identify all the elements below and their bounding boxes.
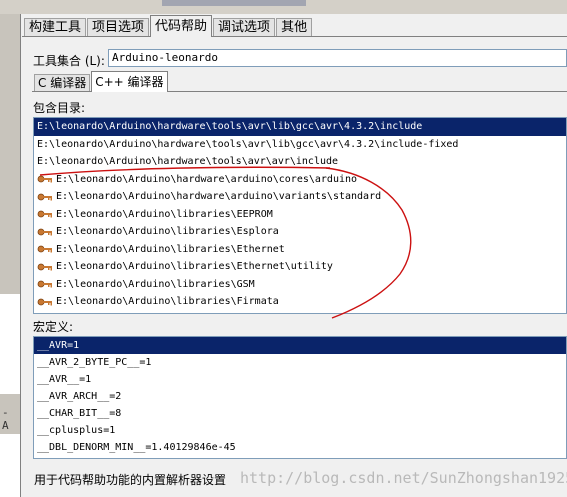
include-dir-path: E:\leonardo\Arduino\libraries\Firmata (56, 296, 279, 308)
key-icon (37, 193, 52, 201)
macro-row[interactable]: __AVR_2_BYTE_PC__=1 (34, 354, 566, 371)
background-panel-1 (0, 294, 21, 394)
include-dir-path: E:\leonardo\Arduino\hardware\arduino\cor… (56, 173, 358, 185)
include-dir-path: E:\leonardo\Arduino\hardware\tools\avr\l… (37, 138, 459, 150)
include-dir-row[interactable]: E:\leonardo\Arduino\hardware\arduino\var… (34, 188, 566, 206)
tab-3[interactable]: 调试选项 (213, 18, 276, 37)
macro-text: __DBL_DENORM_MIN__=1.40129846e-45 (37, 442, 236, 453)
include-dirs-list[interactable]: E:\leonardo\Arduino\hardware\tools\avr\l… (33, 117, 567, 314)
include-dir-path: E:\leonardo\Arduino\libraries\Ethernet (56, 243, 285, 255)
compiler-tab-1[interactable]: C++ 编译器 (91, 71, 168, 92)
key-icon (37, 228, 52, 236)
macro-text: __AVR_2_BYTE_PC__=1 (37, 357, 152, 368)
top-strip (0, 0, 567, 14)
macro-text: __CHAR_BIT__=8 (37, 408, 122, 419)
macro-text: __AVR__=1 (37, 374, 92, 385)
macro-text: __AVR=1 (37, 340, 80, 351)
macro-row[interactable]: __DBL_DENORM_MIN__=1.40129846e-45 (34, 439, 566, 456)
tab-1[interactable]: 项目选项 (87, 18, 150, 37)
macro-row[interactable]: __AVR__=1 (34, 371, 566, 388)
main-tabs: 构建工具 项目选项 代码帮助 调试选项 其他 (24, 15, 313, 37)
key-icon (37, 245, 52, 253)
macro-row[interactable]: __CHAR_BIT__=8 (34, 405, 566, 422)
macro-row[interactable]: __cplusplus=1 (34, 422, 566, 439)
macro-row[interactable]: __AVR=1 (34, 337, 566, 354)
key-icon (37, 175, 52, 183)
tab-4[interactable]: 其他 (276, 18, 313, 37)
watermark: http://blog.csdn.net/SunZhongshan1925 (240, 469, 567, 487)
tab-2[interactable]: 代码帮助 (150, 15, 213, 37)
include-dir-row[interactable]: E:\leonardo\Arduino\libraries\GSM (34, 276, 566, 294)
key-icon (37, 263, 52, 271)
compiler-tabs: C 编译器 C++ 编译器 (34, 71, 169, 92)
macro-text: __cplusplus=1 (37, 425, 116, 436)
tab-divider (22, 36, 567, 37)
macro-row[interactable]: __AVR_ARCH__=2 (34, 388, 566, 405)
macro-text: __AVR_ARCH__=2 (37, 391, 122, 402)
key-icon (37, 298, 52, 306)
include-dir-path: E:\leonardo\Arduino\hardware\arduino\var… (56, 191, 382, 203)
include-dir-path: E:\leonardo\Arduino\hardware\tools\avr\a… (37, 156, 339, 168)
include-dir-row[interactable]: E:\leonardo\Arduino\libraries\Esplora (34, 223, 566, 241)
background-marker: - A (2, 406, 9, 432)
include-dir-row[interactable]: E:\leonardo\Arduino\libraries\Ethernet (34, 241, 566, 259)
top-selection-fragment (162, 0, 306, 6)
key-icon (37, 280, 52, 288)
include-dir-path: E:\leonardo\Arduino\libraries\GSM (56, 278, 255, 290)
include-dir-row[interactable]: E:\leonardo\Arduino\hardware\tools\avr\a… (34, 153, 566, 171)
include-dir-row[interactable]: E:\leonardo\Arduino\libraries\EEPROM (34, 206, 566, 224)
include-dir-row[interactable]: E:\leonardo\Arduino\libraries\Ethernet\u… (34, 258, 566, 276)
macros-list[interactable]: __AVR=1 __AVR_2_BYTE_PC__=1 __AVR__=1 __AVR… (33, 336, 567, 459)
include-dir-path: E:\leonardo\Arduino\libraries\EEPROM (56, 208, 273, 220)
toolset-input[interactable]: Arduino-leonardo (108, 49, 567, 67)
include-dir-row[interactable]: E:\leonardo\Arduino\libraries\Firmata (34, 293, 566, 311)
include-dir-row[interactable]: E:\leonardo\Arduino\hardware\arduino\cor… (34, 171, 566, 189)
tab-0[interactable]: 构建工具 (24, 18, 87, 37)
toolset-label: 工具集合 (L): (33, 54, 105, 68)
background-panel-2 (0, 434, 21, 497)
key-icon (37, 210, 52, 218)
include-dirs-label: 包含目录: (33, 101, 86, 115)
include-dir-path: E:\leonardo\Arduino\libraries\Ethernet\u… (56, 261, 333, 273)
status-description: 用于代码帮助功能的内置解析器设置 (34, 473, 227, 487)
include-dir-row[interactable]: E:\leonardo\Arduino\hardware\tools\avr\l… (34, 118, 566, 136)
include-dir-row[interactable]: E:\leonardo\Arduino\hardware\tools\avr\l… (34, 136, 566, 154)
compiler-tab-0[interactable]: C 编译器 (34, 74, 91, 92)
macros-label: 宏定义: (33, 320, 74, 334)
include-dir-path: E:\leonardo\Arduino\libraries\Esplora (56, 226, 279, 238)
include-dir-path: E:\leonardo\Arduino\hardware\tools\avr\l… (37, 121, 423, 133)
background-window: - A (0, 14, 21, 497)
